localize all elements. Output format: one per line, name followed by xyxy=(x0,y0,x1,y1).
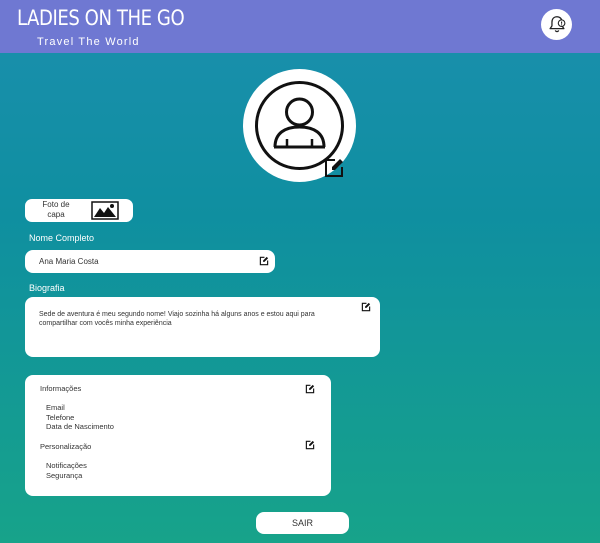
edit-avatar-button[interactable] xyxy=(323,157,345,179)
full-name-value: Ana Maria Costa xyxy=(39,257,99,266)
app-title: LADIES ON THE GO xyxy=(17,6,185,30)
exit-button[interactable]: SAIR xyxy=(256,512,349,534)
cover-photo-label: Foto de capa xyxy=(42,200,70,219)
bio-field[interactable]: Sede de aventura é meu segundo nome! Via… xyxy=(25,297,380,357)
personalization-item-security[interactable]: Segurança xyxy=(46,471,82,481)
cover-photo-button[interactable]: Foto de capa xyxy=(25,199,133,222)
edit-icon xyxy=(325,159,343,177)
edit-icon[interactable] xyxy=(305,384,315,394)
bio-label: Biografia xyxy=(29,283,65,293)
edit-icon[interactable] xyxy=(305,440,315,450)
personalization-section-title: Personalização xyxy=(40,442,92,451)
settings-card: Informações Email Telefone Data de Nasci… xyxy=(25,375,331,496)
edit-icon[interactable] xyxy=(259,256,269,266)
app-subtitle: Travel The World xyxy=(37,36,140,48)
personalization-item-notifications[interactable]: Notificações xyxy=(46,461,87,471)
info-item-birthdate[interactable]: Data de Nascimento xyxy=(46,422,114,432)
info-item-email[interactable]: Email xyxy=(46,403,65,413)
bio-value: Sede de aventura é meu segundo nome! Via… xyxy=(39,311,315,327)
full-name-label: Nome Completo xyxy=(29,233,95,243)
bell-alert-icon xyxy=(548,15,565,32)
edit-icon[interactable] xyxy=(361,302,371,312)
info-item-phone[interactable]: Telefone xyxy=(46,413,74,423)
app-header: LADIES ON THE GO Travel The World xyxy=(0,0,600,53)
image-icon xyxy=(91,201,119,220)
notifications-button[interactable] xyxy=(541,9,572,40)
full-name-field[interactable]: Ana Maria Costa xyxy=(25,250,275,273)
info-section-title: Informações xyxy=(40,384,82,393)
